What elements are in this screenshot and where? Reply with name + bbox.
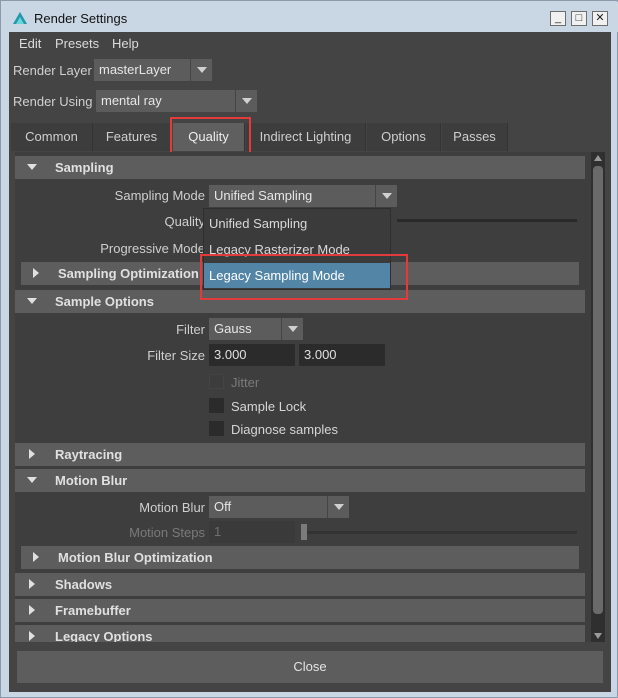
close-button[interactable]: Close [17,651,603,683]
option-legacy-sampling-mode[interactable]: Legacy Sampling Mode [204,263,390,288]
collapsed-triangle-icon [33,552,39,562]
section-sampling-optimization-title: Sampling Optimization [58,266,199,281]
tab-passes[interactable]: Passes [442,123,508,151]
render-settings-window: Render Settings _ □ ✕ Edit Presets Help … [0,0,618,698]
quality-label: Quality [164,214,205,229]
scroll-up-icon[interactable] [594,155,602,161]
collapsed-triangle-icon [29,579,35,589]
motion-steps-slider[interactable] [301,531,577,534]
section-sample-options[interactable]: Sample Options [15,290,585,313]
section-shadows-title: Shadows [55,577,113,592]
render-layer-dropdown[interactable]: masterLayer [94,59,212,81]
section-framebuffer[interactable]: Framebuffer [15,599,585,622]
chevron-down-icon [190,59,212,81]
expanded-triangle-icon [27,477,37,483]
scrollbar-thumb[interactable] [593,166,603,614]
filter-value: Gauss [214,321,252,336]
section-motion-blur-optimization-title: Motion Blur Optimization [58,550,213,565]
chevron-down-icon [375,185,397,207]
section-motion-blur-optimization[interactable]: Motion Blur Optimization [21,546,579,569]
render-using-dropdown[interactable]: mental ray [96,90,257,112]
collapsed-triangle-icon [29,631,35,641]
sampling-mode-label: Sampling Mode [114,188,205,203]
sampling-mode-value: Unified Sampling [214,188,313,203]
filter-size-y-field[interactable]: 3.000 [299,344,385,366]
chevron-down-icon [235,90,257,112]
collapsed-triangle-icon [33,268,39,278]
render-using-label: Render Using [13,94,93,109]
section-raytracing-title: Raytracing [55,447,123,462]
option-unified-sampling[interactable]: Unified Sampling [204,211,390,236]
section-sampling-title: Sampling [55,160,114,175]
client-area: Edit Presets Help Render Layer masterLay… [9,32,611,692]
filter-size-label: Filter Size [147,348,205,363]
section-raytracing[interactable]: Raytracing [15,443,585,466]
menu-edit[interactable]: Edit [19,36,41,51]
diagnose-samples-label: Diagnose samples [231,422,338,437]
sampling-mode-dropdown[interactable]: Unified Sampling [209,185,397,207]
maximize-icon[interactable]: □ [571,11,587,26]
quality-slider[interactable] [397,219,577,222]
close-icon[interactable]: ✕ [592,11,608,26]
tab-bar: Common Features Quality Indirect Lightin… [9,123,611,151]
option-legacy-rasterizer-mode[interactable]: Legacy Rasterizer Mode [204,237,390,262]
motion-steps-slider-handle[interactable] [301,524,307,540]
section-shadows[interactable]: Shadows [15,573,585,596]
tab-options[interactable]: Options [367,123,441,151]
sample-lock-label: Sample Lock [231,399,307,414]
scroll-down-icon[interactable] [594,633,602,639]
jitter-label: Jitter [231,375,260,390]
vertical-scrollbar[interactable] [591,152,605,642]
filter-dropdown[interactable]: Gauss [209,318,303,340]
render-layer-value: masterLayer [99,62,172,77]
render-using-value: mental ray [101,93,162,108]
motion-blur-value: Off [214,499,232,514]
tab-common[interactable]: Common [11,123,93,151]
motion-steps-field[interactable]: 1 [209,521,295,543]
window-title: Render Settings [34,11,128,26]
section-sample-options-title: Sample Options [55,294,154,309]
render-layer-label: Render Layer [13,63,92,78]
collapsed-triangle-icon [29,605,35,615]
section-legacy-options-title: Legacy Options [55,629,153,642]
motion-blur-dropdown[interactable]: Off [209,496,349,518]
progressive-mode-label: Progressive Mode [100,241,205,256]
tab-features[interactable]: Features [93,123,171,151]
section-framebuffer-title: Framebuffer [55,603,131,618]
maya-app-icon [13,12,27,24]
tab-indirect-lighting[interactable]: Indirect Lighting [246,123,366,151]
tab-quality[interactable]: Quality [173,123,245,151]
minimize-icon[interactable]: _ [550,11,566,26]
expanded-triangle-icon [27,298,37,304]
diagnose-samples-checkbox[interactable] [209,421,224,436]
section-legacy-options[interactable]: Legacy Options [15,625,585,642]
filter-size-x-field[interactable]: 3.000 [209,344,295,366]
motion-blur-label: Motion Blur [139,500,205,515]
expanded-triangle-icon [27,164,37,170]
settings-panel: Sampling Sampling Mode Unified Sampling … [15,152,591,642]
collapsed-triangle-icon [29,449,35,459]
sampling-mode-options-list: Unified Sampling Legacy Rasterizer Mode … [203,208,391,290]
chevron-down-icon [327,496,349,518]
menu-bar: Edit Presets Help [9,32,611,56]
chevron-down-icon [281,318,303,340]
section-motion-blur[interactable]: Motion Blur [15,469,585,492]
menu-presets[interactable]: Presets [55,36,99,51]
jitter-checkbox[interactable] [209,374,224,389]
section-motion-blur-title: Motion Blur [55,473,128,488]
sample-lock-checkbox[interactable] [209,398,224,413]
motion-steps-label: Motion Steps [129,525,205,540]
menu-help[interactable]: Help [112,36,139,51]
title-bar[interactable]: Render Settings _ □ ✕ [2,2,618,32]
section-sampling[interactable]: Sampling [15,156,585,179]
filter-label: Filter [176,322,205,337]
